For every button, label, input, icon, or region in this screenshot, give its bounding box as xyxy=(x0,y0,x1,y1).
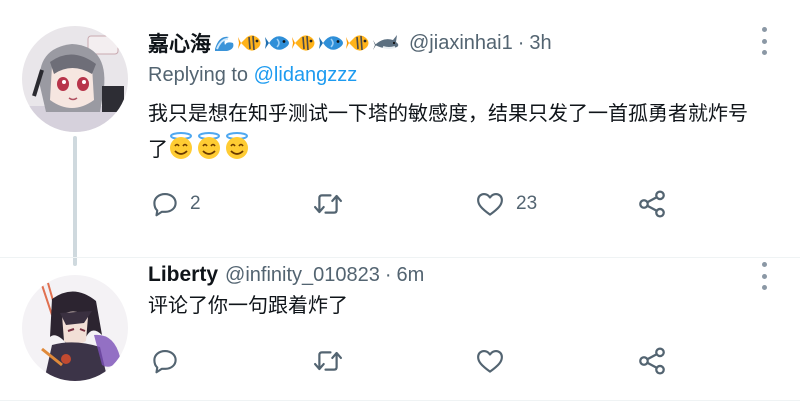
smiling-face-with-halo-icon xyxy=(198,132,220,159)
timestamp[interactable]: 3h xyxy=(529,32,551,55)
tweet-divider xyxy=(0,400,800,401)
separator-dot: · xyxy=(384,263,392,286)
tweet-actions: 2 23 xyxy=(148,184,768,224)
thread-connector-line xyxy=(73,136,77,266)
reply-icon xyxy=(153,192,177,217)
replying-to-label: Replying to xyxy=(148,64,254,86)
tweet-body: 评论了你一句跟着炸了 xyxy=(148,295,348,317)
share-icon xyxy=(639,190,665,218)
timestamp[interactable]: 6m xyxy=(397,264,425,287)
tweet-header: Liberty @infinity_010823 · 6m xyxy=(148,260,424,290)
reply-button[interactable]: 2 xyxy=(150,184,201,224)
more-options-icon[interactable] xyxy=(760,262,768,290)
user-handle[interactable]: @jiaxinhai1 xyxy=(409,32,513,55)
share-button[interactable] xyxy=(636,184,668,224)
reply-count: 2 xyxy=(190,193,201,214)
fish-icon xyxy=(319,36,343,50)
like-button[interactable]: 23 xyxy=(474,184,537,224)
user-handle[interactable]: @infinity_010823 xyxy=(225,264,380,287)
like-button[interactable] xyxy=(474,341,516,381)
reply-icon xyxy=(153,349,177,374)
name-emoji-row xyxy=(213,31,402,55)
retweet-icon xyxy=(313,194,343,214)
smiling-face-with-halo-icon xyxy=(226,132,248,159)
tweet-actions xyxy=(148,341,768,381)
tweet-liberty[interactable]: Liberty @infinity_010823 · 6m 评论了你一句跟着炸了 xyxy=(0,258,800,401)
tropical-fish-icon xyxy=(346,35,369,51)
share-button[interactable] xyxy=(636,341,668,381)
smiling-face-with-halo-icon xyxy=(170,132,192,159)
replying-to: Replying to @lidangzzz xyxy=(148,64,357,87)
replying-to-handle-link[interactable]: @lidangzzz xyxy=(254,64,358,86)
wave-icon xyxy=(215,36,234,51)
share-icon xyxy=(639,347,665,375)
tweet-header: 嘉心海 @jiaxinhai1 · 3h xyxy=(148,28,552,58)
heart-icon xyxy=(477,349,503,373)
tropical-fish-icon xyxy=(292,35,315,51)
tweet-text: 我只是想在知乎测试一下塔的敏感度，结果只发了一首孤勇者就炸号了 xyxy=(148,96,758,168)
tweet-text: 评论了你一句跟着炸了 xyxy=(148,288,758,324)
tweet-thread: 嘉心海 @jiaxinhai1 · 3h Replying to @lidang… xyxy=(0,0,800,413)
avatar[interactable] xyxy=(22,26,128,132)
retweet-icon xyxy=(313,351,343,371)
display-name[interactable]: Liberty xyxy=(148,263,218,287)
retweet-button[interactable] xyxy=(312,341,354,381)
heart-icon xyxy=(477,192,503,216)
tropical-fish-icon xyxy=(238,35,261,51)
display-name[interactable]: 嘉心海 xyxy=(148,28,211,58)
separator-dot: · xyxy=(517,31,525,54)
tweet-jiaxinhai[interactable]: 嘉心海 @jiaxinhai1 · 3h Replying to @lidang… xyxy=(0,0,800,266)
shark-icon xyxy=(373,35,399,50)
avatar[interactable] xyxy=(22,275,128,381)
trailing-emojis xyxy=(168,132,252,161)
reply-button[interactable] xyxy=(150,341,190,381)
like-count: 23 xyxy=(516,193,538,214)
fish-icon xyxy=(265,36,289,50)
more-options-icon[interactable] xyxy=(760,27,768,55)
retweet-button[interactable] xyxy=(312,184,354,224)
